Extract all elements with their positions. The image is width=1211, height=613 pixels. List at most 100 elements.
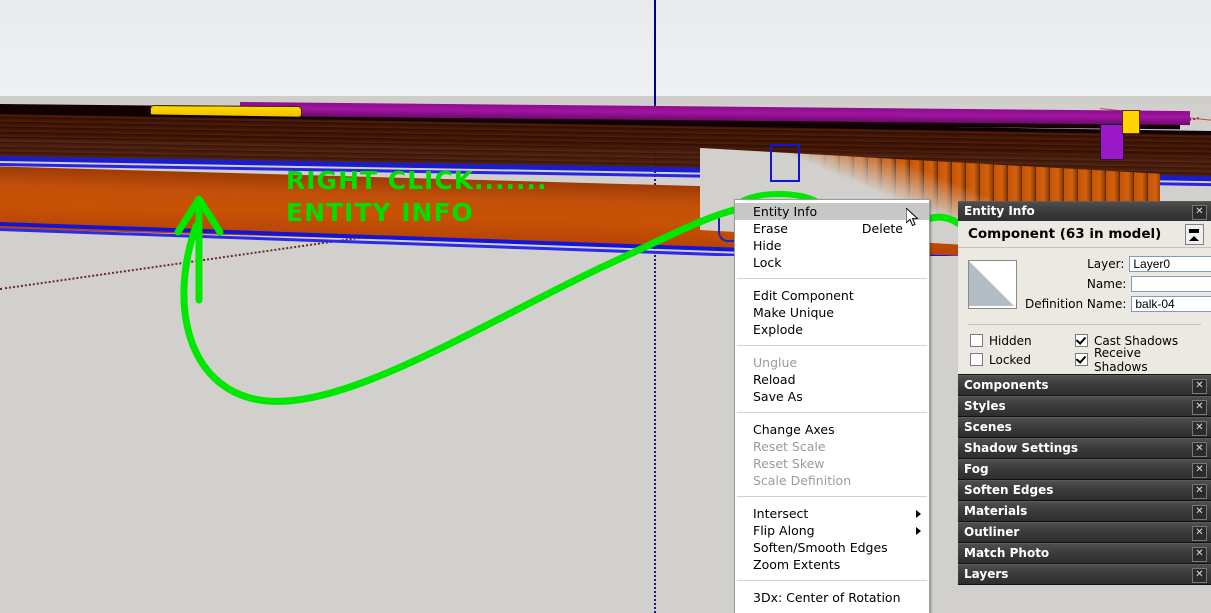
close-icon[interactable]: ✕ xyxy=(1192,526,1207,541)
definition-name-label: Definition Name: xyxy=(1025,297,1127,311)
context-menu[interactable]: Entity Info Erase Delete Hide Lock Edit Compo… xyxy=(734,199,930,613)
menu-group: Intersect Flip Along Soften/Smooth Edges Zo… xyxy=(735,502,929,576)
definition-name-input[interactable] xyxy=(1131,296,1211,312)
menu-group: 3Dx: Center of Rotation xyxy=(735,586,929,609)
panel-fog: Fog ✕ xyxy=(958,459,1211,480)
menu-item-hide[interactable]: Hide xyxy=(735,237,929,254)
close-icon[interactable]: ✕ xyxy=(1192,463,1207,478)
menu-item-label: Save As xyxy=(753,389,803,404)
menu-item-zoom-extents[interactable]: Zoom Extents xyxy=(735,556,929,573)
menu-item-soften-smooth-edges[interactable]: Soften/Smooth Edges xyxy=(735,539,929,556)
close-icon[interactable]: ✕ xyxy=(1192,379,1207,394)
panel-title: Soften Edges xyxy=(964,483,1054,497)
menu-item-flip-along[interactable]: Flip Along xyxy=(735,522,929,539)
layer-input[interactable] xyxy=(1129,256,1211,272)
panel-header-shadow-settings[interactable]: Shadow Settings ✕ xyxy=(958,438,1211,458)
menu-item-intersect[interactable]: Intersect xyxy=(735,505,929,522)
panel-header-fog[interactable]: Fog ✕ xyxy=(958,459,1211,479)
menu-item-label: 3Dx: Center of Rotation xyxy=(753,590,901,605)
annotation-right-click: RIGHT CLICK....... xyxy=(286,166,548,195)
close-icon[interactable]: ✕ xyxy=(1192,568,1207,583)
panel-outliner: Outliner ✕ xyxy=(958,522,1211,543)
menu-item-entity-info[interactable]: Entity Info xyxy=(735,203,929,220)
menu-group: Entity Info Erase Delete Hide Lock xyxy=(735,200,929,274)
menu-item-reset-scale: Reset Scale xyxy=(735,438,929,455)
chevron-right-icon xyxy=(916,527,921,535)
checkbox-locked[interactable]: Locked xyxy=(970,350,1075,369)
menu-item-label: Reset Skew xyxy=(753,456,825,471)
panel-soften-edges: Soften Edges ✕ xyxy=(958,480,1211,501)
menu-item-erase[interactable]: Erase Delete xyxy=(735,220,929,237)
menu-item-explode[interactable]: Explode xyxy=(735,321,929,338)
panel-title: Materials xyxy=(964,504,1028,518)
menu-item-label: Reload xyxy=(753,372,796,387)
menu-item-scale-definition: Scale Definition xyxy=(735,472,929,489)
selection-highlight-box xyxy=(770,144,800,182)
close-icon[interactable]: ✕ xyxy=(1192,547,1207,562)
panel-entity-info: Entity Info ✕ Component (63 in model) La… xyxy=(958,201,1211,375)
checkbox-box-locked[interactable] xyxy=(970,353,983,366)
menu-item-label: Edit Component xyxy=(753,288,854,303)
collapse-toggle-icon[interactable] xyxy=(1185,224,1204,245)
menu-item-label: Explode xyxy=(753,322,803,337)
checkbox-receive-shadows[interactable]: Receive Shadows xyxy=(1075,346,1180,374)
name-input[interactable] xyxy=(1131,276,1211,292)
close-icon[interactable]: ✕ xyxy=(1192,505,1207,520)
menu-item-unglue: Unglue xyxy=(735,354,929,371)
checkbox-box-hidden[interactable] xyxy=(970,334,983,347)
entity-info-body: Component (63 in model) Layer: Layer0 Na… xyxy=(958,221,1211,374)
field-row-definition-name: Definition Name: xyxy=(1025,296,1211,312)
menu-item-edit-component[interactable]: Edit Component xyxy=(735,287,929,304)
close-icon[interactable]: ✕ xyxy=(1192,400,1207,415)
panel-title: Fog xyxy=(964,462,989,476)
panel-scenes: Scenes ✕ xyxy=(958,417,1211,438)
entity-info-titlebar[interactable]: Entity Info ✕ xyxy=(958,201,1211,221)
panel-title: Layers xyxy=(964,567,1009,581)
menu-separator xyxy=(737,278,927,280)
menu-separator xyxy=(737,496,927,498)
panel-header-styles[interactable]: Styles ✕ xyxy=(958,396,1211,416)
stern-purple-block xyxy=(1100,124,1124,160)
blue-axis-line xyxy=(654,0,656,104)
layer-select[interactable] xyxy=(1129,256,1211,272)
close-icon[interactable]: ✕ xyxy=(1192,421,1207,436)
menu-item-reload[interactable]: Reload xyxy=(735,371,929,388)
close-icon[interactable]: ✕ xyxy=(1192,205,1207,220)
panel-header-outliner[interactable]: Outliner ✕ xyxy=(958,522,1211,542)
checkbox-label-locked: Locked xyxy=(989,352,1031,367)
entity-info-checkboxes: Hidden Locked Cast Shadows Receive Shado… xyxy=(958,325,1211,374)
default-tray[interactable]: Entity Info ✕ Component (63 in model) La… xyxy=(958,201,1211,585)
checkbox-box-receive-shadows[interactable] xyxy=(1075,353,1088,366)
menu-separator xyxy=(737,580,927,582)
menu-item-save-as[interactable]: Save As xyxy=(735,388,929,405)
layer-label: Layer: xyxy=(1087,257,1125,271)
entity-summary-text: Component (63 in model) xyxy=(968,226,1162,242)
checkbox-box-cast-shadows[interactable] xyxy=(1075,334,1088,347)
panel-components: Components ✕ xyxy=(958,375,1211,396)
panel-title: Shadow Settings xyxy=(964,441,1079,455)
mouse-cursor xyxy=(906,208,919,227)
menu-item-label: Hide xyxy=(753,238,782,253)
menu-item-change-axes[interactable]: Change Axes xyxy=(735,421,929,438)
close-icon[interactable]: ✕ xyxy=(1192,484,1207,499)
panel-header-materials[interactable]: Materials ✕ xyxy=(958,501,1211,521)
checkbox-label-receive-shadows: Receive Shadows xyxy=(1094,345,1148,374)
entity-info-fields: Layer: Name: Definition Name: xyxy=(958,248,1211,322)
sky-background xyxy=(0,0,1211,100)
menu-item-3dx-center-of-rotation[interactable]: 3Dx: Center of Rotation xyxy=(735,589,929,606)
panel-header-components[interactable]: Components ✕ xyxy=(958,375,1211,395)
close-icon[interactable]: ✕ xyxy=(1192,442,1207,457)
panel-header-soften-edges[interactable]: Soften Edges ✕ xyxy=(958,480,1211,500)
panel-match-photo: Match Photo ✕ xyxy=(958,543,1211,564)
menu-item-make-unique[interactable]: Make Unique xyxy=(735,304,929,321)
menu-item-label: Zoom Extents xyxy=(753,557,841,572)
panel-header-scenes[interactable]: Scenes ✕ xyxy=(958,417,1211,437)
menu-item-accelerator: Delete xyxy=(861,221,903,236)
panel-title: Scenes xyxy=(964,420,1012,434)
checkbox-hidden[interactable]: Hidden xyxy=(970,331,1075,350)
panel-header-layers[interactable]: Layers ✕ xyxy=(958,564,1211,584)
panel-title: Outliner xyxy=(964,525,1020,539)
panel-header-match-photo[interactable]: Match Photo ✕ xyxy=(958,543,1211,563)
menu-group: Unglue Reload Save As xyxy=(735,351,929,408)
menu-item-lock[interactable]: Lock xyxy=(735,254,929,271)
